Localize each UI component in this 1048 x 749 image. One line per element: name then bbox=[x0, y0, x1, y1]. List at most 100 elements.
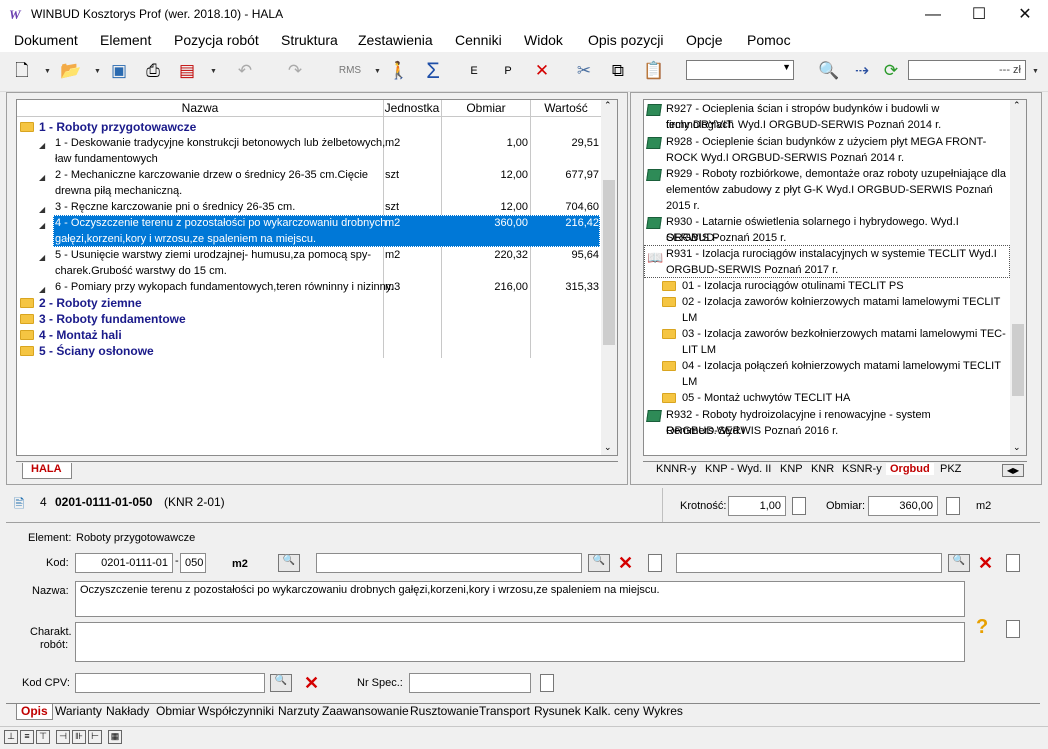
scroll-thumb[interactable] bbox=[1012, 324, 1024, 396]
col-header-jednostka[interactable]: Jednostka bbox=[383, 100, 441, 117]
chevron-down-icon[interactable]: ▼ bbox=[374, 68, 381, 75]
sheet-tab-hala[interactable]: HALA bbox=[22, 463, 72, 479]
menu-pozycja-robot[interactable]: Pozycja robót bbox=[174, 32, 259, 48]
kod-extra-field[interactable] bbox=[316, 553, 582, 573]
e-doc-icon[interactable]: E bbox=[461, 58, 487, 84]
catalog-tab-orgbud[interactable]: Orgbud bbox=[886, 463, 934, 475]
help-icon[interactable]: ? bbox=[976, 616, 988, 639]
cut-icon[interactable]: ✂ bbox=[571, 58, 597, 84]
clear-icon[interactable]: ✕ bbox=[978, 553, 993, 574]
krotnosc-doc-icon[interactable] bbox=[792, 497, 806, 515]
tab-scroll-arrows-icon[interactable]: ◀▶ bbox=[1002, 464, 1024, 477]
clear-icon[interactable]: ✕ bbox=[618, 553, 633, 574]
chevron-down-icon[interactable]: ▼ bbox=[1032, 68, 1039, 75]
menu-dokument[interactable]: Dokument bbox=[14, 32, 78, 48]
document-icon[interactable] bbox=[1006, 620, 1020, 638]
krotnosc-field[interactable]: 1,00 bbox=[728, 496, 786, 516]
open-folder-icon[interactable]: 📂 bbox=[58, 58, 84, 84]
redo-icon[interactable]: ↷ bbox=[282, 58, 308, 84]
expand-icon[interactable]: ◢ bbox=[39, 250, 45, 266]
position-row[interactable]: ◢ 3 - Ręczne karczowanie pni o średnicy … bbox=[17, 199, 600, 215]
document-icon[interactable] bbox=[540, 674, 554, 692]
view-mode-icon[interactable]: ⊢ bbox=[88, 730, 102, 744]
catalog-chapter[interactable]: 03 - Izolacja zaworów bezkołnierzowych m… bbox=[662, 326, 1010, 358]
scroll-up-icon[interactable]: ⌃ bbox=[1013, 100, 1021, 111]
kod-field-suffix[interactable]: 050 bbox=[180, 553, 206, 573]
expand-icon[interactable]: ◢ bbox=[39, 218, 45, 234]
menu-widok[interactable]: Widok bbox=[524, 32, 563, 48]
obmiar-field[interactable]: 360,00 bbox=[868, 496, 938, 516]
tab-opis[interactable]: Opis bbox=[16, 704, 53, 720]
position-row[interactable]: ◢ 2 - Mechaniczne karczowanie drzew o śr… bbox=[17, 167, 600, 199]
catalog-search-icon[interactable]: 🔍 bbox=[948, 554, 970, 572]
catalog-tab-knnr[interactable]: KNNR-y bbox=[656, 463, 696, 475]
col-header-nazwa[interactable]: Nazwa bbox=[17, 100, 383, 117]
document-icon[interactable] bbox=[1006, 554, 1020, 572]
catalog-search-icon[interactable]: 🔍 bbox=[270, 674, 292, 692]
maximize-button[interactable]: ☐ bbox=[956, 0, 1002, 30]
position-row[interactable]: ◢ 5 - Usunięcie warstwy ziemi urodzajnej… bbox=[17, 247, 600, 279]
expand-icon[interactable]: ◢ bbox=[39, 170, 45, 186]
new-document-icon[interactable]: 🗋 bbox=[9, 58, 35, 84]
close-button[interactable]: ✕ bbox=[1002, 0, 1048, 30]
tab-zaawansowanie[interactable]: Zaawansowanie bbox=[322, 704, 409, 720]
catalog-scrollbar[interactable]: ⌃ ⌄ bbox=[1010, 100, 1026, 455]
pdf-icon[interactable]: ▤ bbox=[174, 58, 200, 84]
clear-icon[interactable]: ✕ bbox=[304, 673, 319, 694]
catalog-item[interactable]: R927 - Ocieplenia ścian i stropów budynk… bbox=[644, 100, 1010, 132]
minimize-button[interactable]: — bbox=[910, 0, 956, 30]
catalog-item[interactable]: R932 - Roboty hydroizolacyjne i renowacy… bbox=[644, 406, 1010, 438]
tab-naklady[interactable]: Nakłady bbox=[106, 704, 149, 720]
p-doc-icon[interactable]: P bbox=[495, 58, 521, 84]
price-field[interactable]: --- zł bbox=[908, 60, 1026, 80]
catalog-item-focused[interactable]: 📖 R931 - Izolacja rurociągów instalacyjn… bbox=[644, 245, 1010, 278]
nazwa-textarea[interactable]: Oczyszczenie terenu z pozostałości po wy… bbox=[75, 581, 965, 617]
scroll-down-icon[interactable]: ⌄ bbox=[604, 442, 612, 453]
person-icon[interactable]: 🚶 bbox=[386, 58, 412, 84]
col-header-obmiar[interactable]: Obmiar bbox=[441, 100, 531, 117]
tab-narzuty[interactable]: Narzuty bbox=[278, 704, 319, 720]
tab-rysunek[interactable]: Rysunek bbox=[534, 704, 581, 720]
find-next-icon[interactable]: ⇢ bbox=[849, 58, 875, 84]
catalog-tab-knp[interactable]: KNP bbox=[780, 463, 803, 475]
position-row[interactable]: ◢ 6 - Pomiary przy wykopach fundamentowy… bbox=[17, 279, 600, 295]
catalog-item[interactable]: R929 - Roboty rozbiórkowe, demontaże ora… bbox=[644, 165, 1010, 213]
tab-obmiar[interactable]: Obmiar bbox=[156, 704, 195, 720]
scroll-thumb[interactable] bbox=[603, 180, 615, 345]
catalog-search-icon[interactable]: 🔍 bbox=[588, 554, 610, 572]
toolbar-combo[interactable]: ▼ bbox=[686, 60, 794, 80]
tab-warianty[interactable]: Warianty bbox=[55, 704, 102, 720]
tab-wykres[interactable]: Wykres bbox=[643, 704, 683, 720]
catalog-tab-knr[interactable]: KNR bbox=[811, 463, 834, 475]
catalog-chapter[interactable]: 01 - Izolacja rurociągów otulinami TECLI… bbox=[662, 278, 1010, 294]
catalog-chapter[interactable]: 04 - Izolacja połączeń kołnierzowych mat… bbox=[662, 358, 1010, 390]
chevron-down-icon[interactable]: ▼ bbox=[44, 68, 51, 75]
tab-transport[interactable]: Transport bbox=[479, 704, 530, 720]
grid-icon[interactable]: ▦ bbox=[108, 730, 122, 744]
tree-scrollbar[interactable]: ⌃ ⌄ bbox=[601, 100, 617, 455]
catalog-search-icon[interactable]: 🔍 bbox=[278, 554, 300, 572]
scroll-down-icon[interactable]: ⌄ bbox=[1013, 442, 1021, 453]
delete-icon[interactable]: ✕ bbox=[529, 58, 555, 84]
rms-icon[interactable]: RMS bbox=[337, 58, 363, 84]
chevron-down-icon[interactable]: ▼ bbox=[94, 68, 101, 75]
obmiar-doc-icon[interactable] bbox=[946, 497, 960, 515]
catalog-tab-pkz[interactable]: PKZ bbox=[940, 463, 961, 475]
catalog-item[interactable]: R928 - Ocieplenie ścian budynków z użyci… bbox=[644, 133, 1010, 165]
sum-icon[interactable]: Σ bbox=[420, 58, 446, 84]
view-mode-icon[interactable]: ≡ bbox=[20, 730, 34, 744]
catalog-tab-ksnr[interactable]: KSNR-y bbox=[842, 463, 882, 475]
menu-zestawienia[interactable]: Zestawienia bbox=[358, 32, 433, 48]
catalog-item[interactable]: R930 - Latarnie oświetlenia solarnego i … bbox=[644, 213, 1010, 245]
menu-struktura[interactable]: Struktura bbox=[281, 32, 338, 48]
menu-opis-pozycji[interactable]: Opis pozycji bbox=[588, 32, 663, 48]
view-mode-icon[interactable]: ⊣ bbox=[56, 730, 70, 744]
charakt-textarea[interactable] bbox=[75, 622, 965, 662]
position-row[interactable]: ◢ 1 - Deskowanie tradycyjne konstrukcji … bbox=[17, 135, 600, 167]
view-mode-icon[interactable]: ⊤ bbox=[36, 730, 50, 744]
kod-extra-field-2[interactable] bbox=[676, 553, 942, 573]
view-mode-icon[interactable]: ⊪ bbox=[72, 730, 86, 744]
catalog-tab-knp-wyd2[interactable]: KNP - Wyd. II bbox=[705, 463, 771, 475]
expand-icon[interactable]: ◢ bbox=[39, 138, 45, 154]
view-mode-icon[interactable]: ⊥ bbox=[4, 730, 18, 744]
